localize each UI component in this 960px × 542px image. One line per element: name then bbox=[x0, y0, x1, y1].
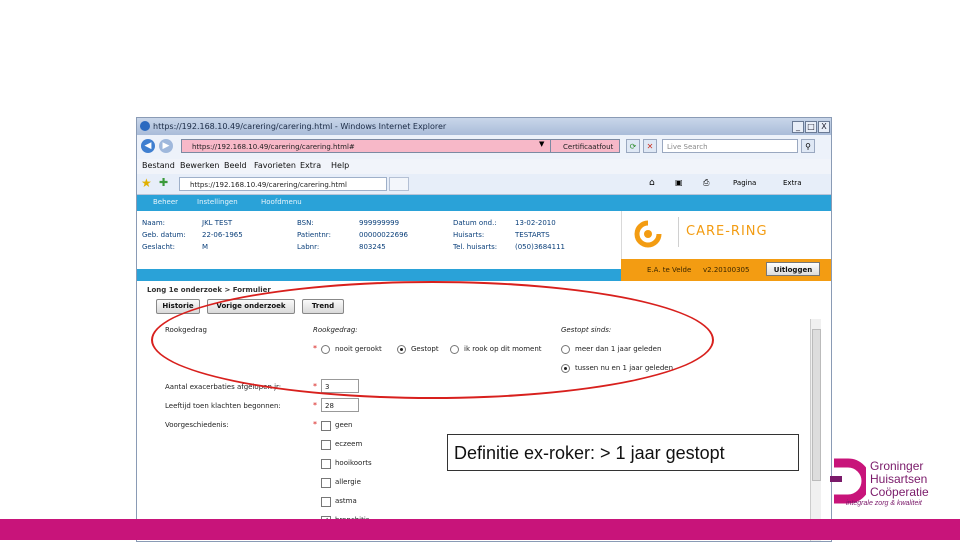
certificate-error-button[interactable]: Certificaatfout bbox=[550, 139, 620, 153]
print-icon[interactable]: ⎙ bbox=[703, 178, 709, 188]
value-geb: 22-06-1965 bbox=[202, 231, 243, 239]
label-geen: geen bbox=[335, 421, 353, 429]
user-name: E.A. te Velde bbox=[647, 266, 692, 274]
label-allergie: allergie bbox=[335, 478, 361, 486]
page-menu[interactable]: Pagina bbox=[733, 179, 756, 187]
checkbox-allergie[interactable] bbox=[321, 478, 331, 488]
leeftijd-label: Leeftijd toen klachten begonnen: bbox=[165, 402, 281, 410]
org-line3: Coöperatie bbox=[870, 485, 929, 499]
patient-header: Naam: JKL TEST Geb. datum: 22-06-1965 Ge… bbox=[137, 211, 621, 269]
checkbox-astma[interactable] bbox=[321, 497, 331, 507]
new-tab-button[interactable] bbox=[389, 177, 409, 191]
label-tel: Tel. huisarts: bbox=[453, 243, 498, 251]
value-tel: (050)3684111 bbox=[515, 243, 565, 251]
ie-icon bbox=[140, 121, 150, 131]
value-datum: 13-02-2010 bbox=[515, 219, 556, 227]
menu-bar: Bestand Bewerken Beeld Favorieten Extra … bbox=[137, 159, 831, 174]
label-astma: astma bbox=[335, 497, 357, 505]
bottom-brand-strip bbox=[0, 519, 960, 540]
value-patientnr: 00000022696 bbox=[359, 231, 408, 239]
menu-item-extra[interactable]: Extra bbox=[300, 161, 321, 170]
highlight-ellipse bbox=[151, 281, 714, 399]
ghc-logo: Groninger Huisartsen Coöperatie integral… bbox=[830, 455, 960, 515]
menu-item-help[interactable]: Help bbox=[331, 161, 349, 170]
org-line2: Huisartsen bbox=[870, 472, 928, 486]
label-geslacht: Geslacht: bbox=[142, 243, 176, 251]
add-favorite-icon[interactable]: ✚ bbox=[159, 176, 168, 189]
address-bar: ◀ ▶ https://192.168.10.49/carering/carer… bbox=[137, 135, 831, 159]
label-datum: Datum ond.: bbox=[453, 219, 497, 227]
checkbox-hooikoorts[interactable] bbox=[321, 459, 331, 469]
search-icon[interactable]: ⚲ bbox=[801, 139, 815, 153]
logo-divider bbox=[678, 217, 679, 247]
label-naam: Naam: bbox=[142, 219, 165, 227]
menu-item-beeld[interactable]: Beeld bbox=[224, 161, 247, 170]
forward-icon[interactable]: ▶ bbox=[159, 139, 173, 153]
tools-menu[interactable]: Extra bbox=[783, 179, 801, 187]
care-ring-logo-icon bbox=[634, 220, 662, 248]
voorgeschiedenis-label: Voorgeschiedenis: bbox=[165, 421, 229, 429]
breadcrumb: Long 1e onderzoek > Formulier bbox=[147, 286, 271, 294]
value-bsn: 999999999 bbox=[359, 219, 400, 227]
feeds-icon[interactable]: ▣ bbox=[675, 178, 683, 187]
label-geb: Geb. datum: bbox=[142, 231, 186, 239]
value-geslacht: M bbox=[202, 243, 209, 251]
label-patientnr: Patientnr: bbox=[297, 231, 331, 239]
required-marker: * bbox=[313, 401, 317, 410]
version-label: v2.20100305 bbox=[703, 266, 750, 274]
nav-beheer[interactable]: Beheer bbox=[153, 198, 178, 206]
brand-name: CARE-RING bbox=[686, 224, 768, 239]
favorites-star-icon[interactable]: ★ bbox=[141, 176, 152, 190]
vertical-scrollbar[interactable] bbox=[810, 319, 821, 541]
refresh-icon[interactable]: ⟳ bbox=[626, 139, 640, 153]
window-title: https://192.168.10.49/carering/carering.… bbox=[153, 122, 447, 131]
label-bsn: BSN: bbox=[297, 219, 314, 227]
title-bar: https://192.168.10.49/carering/carering.… bbox=[137, 118, 831, 135]
maximize-button[interactable]: □ bbox=[805, 121, 817, 133]
scrollbar-thumb[interactable] bbox=[812, 329, 821, 481]
url-input[interactable]: https://192.168.10.49/carering/carering.… bbox=[181, 139, 581, 153]
value-naam: JKL TEST bbox=[202, 219, 233, 227]
value-labnr: 803245 bbox=[359, 243, 386, 251]
menu-item-favorieten[interactable]: Favorieten bbox=[254, 161, 296, 170]
label-eczeem: eczeem bbox=[335, 440, 363, 448]
url-dropdown-icon[interactable]: ▼ bbox=[539, 140, 544, 148]
leeftijd-input[interactable]: 28 bbox=[321, 398, 359, 412]
value-huisarts: TESTARTS bbox=[515, 231, 550, 239]
nav-hoofdmenu[interactable]: Hoofdmenu bbox=[261, 198, 302, 206]
care-ring-logo: CARE-RING bbox=[621, 211, 831, 259]
stop-icon[interactable]: ✕ bbox=[643, 139, 657, 153]
required-marker: * bbox=[313, 420, 317, 429]
user-bar: E.A. te Velde v2.20100305 Uitloggen bbox=[621, 259, 831, 281]
label-labnr: Labnr: bbox=[297, 243, 320, 251]
app-nav: Beheer Instellingen Hoofdmenu bbox=[137, 195, 831, 211]
org-line1: Groninger bbox=[870, 459, 924, 473]
minimize-button[interactable]: _ bbox=[792, 121, 804, 133]
label-huisarts: Huisarts: bbox=[453, 231, 485, 239]
home-icon[interactable]: ⌂ bbox=[649, 178, 655, 188]
nav-instellingen[interactable]: Instellingen bbox=[197, 198, 238, 206]
callout-box: Definitie ex-roker: > 1 jaar gestopt bbox=[447, 434, 799, 471]
header-band bbox=[137, 269, 621, 281]
org-tagline: integrale zorg & kwaliteit bbox=[846, 500, 922, 507]
checkbox-geen[interactable] bbox=[321, 421, 331, 431]
tab-carering[interactable]: https://192.168.10.49/carering/carering.… bbox=[179, 177, 387, 191]
favorites-bar: ★ ✚ https://192.168.10.49/carering/carer… bbox=[137, 174, 831, 195]
label-hooikoorts: hooikoorts bbox=[335, 459, 372, 467]
back-icon[interactable]: ◀ bbox=[141, 139, 155, 153]
logout-button[interactable]: Uitloggen bbox=[766, 262, 820, 276]
menu-item-bewerken[interactable]: Bewerken bbox=[180, 161, 220, 170]
menu-item-bestand[interactable]: Bestand bbox=[142, 161, 175, 170]
checkbox-eczeem[interactable] bbox=[321, 440, 331, 450]
search-input[interactable]: Live Search bbox=[662, 139, 798, 153]
close-button[interactable]: X bbox=[818, 121, 830, 133]
